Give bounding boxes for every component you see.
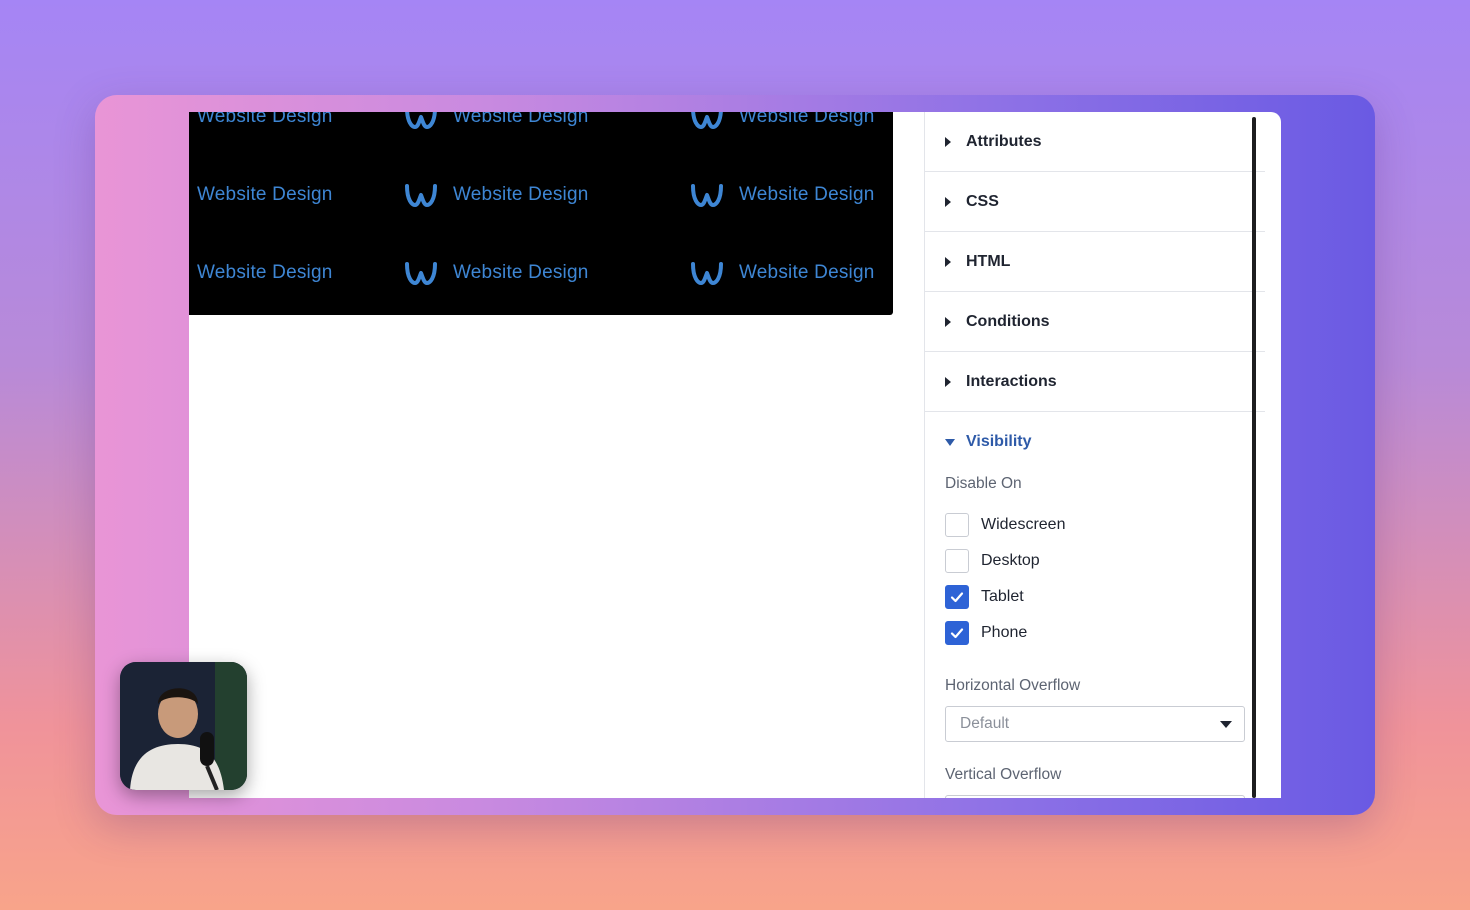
section-label: Interactions <box>966 372 1057 390</box>
weebly-w-icon <box>405 262 437 285</box>
section-label: Attributes <box>966 132 1042 150</box>
presenter-video-icon <box>120 662 247 790</box>
section-label: CSS <box>966 192 999 210</box>
dropdown-arrow-icon <box>1220 720 1232 728</box>
section-visibility[interactable]: Visibility <box>925 412 1265 472</box>
section-label: Conditions <box>966 312 1050 330</box>
banner-tile: Website Design <box>189 258 333 288</box>
caret-right-icon <box>945 256 951 267</box>
webcam-overlay <box>120 662 247 790</box>
vertical-overflow-label: Vertical Overflow <box>945 766 1062 783</box>
banner-tile: Website Design <box>689 180 875 210</box>
weebly-w-icon <box>691 112 723 129</box>
section-attributes[interactable]: Attributes <box>925 112 1265 172</box>
banner-tile: Website Design <box>189 112 333 132</box>
checkmark-icon <box>950 628 964 639</box>
weebly-w-icon <box>691 262 723 285</box>
banner-tile: Website Design <box>689 112 875 132</box>
weebly-w-icon <box>405 112 437 129</box>
caret-down-icon <box>945 438 955 446</box>
banner-tile: Website Design <box>189 180 333 210</box>
option-phone[interactable]: Phone <box>925 615 1265 651</box>
checkmark-icon <box>950 592 964 603</box>
section-label: HTML <box>966 252 1011 270</box>
caret-right-icon <box>945 136 951 147</box>
horizontal-overflow-label: Horizontal Overflow <box>945 677 1081 694</box>
banner-tile: Website Design <box>403 258 589 288</box>
banner-tile: Website Design <box>689 258 875 288</box>
section-label: Visibility <box>966 433 1032 450</box>
banner-tile-text: Website Design <box>453 262 589 283</box>
banner-tile-text: Website Design <box>739 262 875 283</box>
option-desktop[interactable]: Desktop <box>925 543 1265 579</box>
canvas-area[interactable]: Website Design Website Design Website De… <box>189 112 924 798</box>
section-conditions[interactable]: Conditions <box>925 292 1265 352</box>
settings-panel: Attributes CSS HTML Conditions Interacti… <box>925 112 1265 798</box>
banner-tile: Website Design <box>403 112 589 132</box>
banner-tile: Website Design <box>403 180 589 210</box>
disable-on-label: Disable On <box>945 475 1022 492</box>
select-value: Default <box>960 715 1010 732</box>
editor-window: Website Design Website Design Website De… <box>189 112 1281 798</box>
weebly-w-icon <box>405 184 437 207</box>
caret-right-icon <box>945 376 951 387</box>
banner-tile-text: Website Design <box>739 184 875 205</box>
option-label: Tablet <box>981 588 1024 605</box>
banner-tile-text: Website Design <box>197 262 333 283</box>
panel-scrollbar[interactable] <box>1252 117 1256 798</box>
section-html[interactable]: HTML <box>925 232 1265 292</box>
vertical-overflow-select[interactable] <box>945 795 1245 798</box>
banner-tile-text: Website Design <box>197 112 333 127</box>
option-label: Widescreen <box>981 516 1066 533</box>
banner-tile-text: Website Design <box>453 184 589 205</box>
tablet-checkbox[interactable] <box>945 585 969 609</box>
phone-checkbox[interactable] <box>945 621 969 645</box>
section-css[interactable]: CSS <box>925 172 1265 232</box>
caret-right-icon <box>945 196 951 207</box>
option-tablet[interactable]: Tablet <box>925 579 1265 615</box>
banner-tile-text: Website Design <box>453 112 589 127</box>
banner-tile-text: Website Design <box>739 112 875 127</box>
section-interactions[interactable]: Interactions <box>925 352 1265 412</box>
weebly-w-icon <box>691 184 723 207</box>
desktop-checkbox[interactable] <box>945 549 969 573</box>
banner-tile-text: Website Design <box>197 184 333 205</box>
option-label: Desktop <box>981 552 1040 569</box>
banner-section[interactable]: Website Design Website Design Website De… <box>189 112 893 315</box>
caret-right-icon <box>945 316 951 327</box>
option-widescreen[interactable]: Widescreen <box>925 507 1265 543</box>
widescreen-checkbox[interactable] <box>945 513 969 537</box>
horizontal-overflow-select[interactable]: Default <box>945 706 1245 742</box>
option-label: Phone <box>981 624 1028 641</box>
